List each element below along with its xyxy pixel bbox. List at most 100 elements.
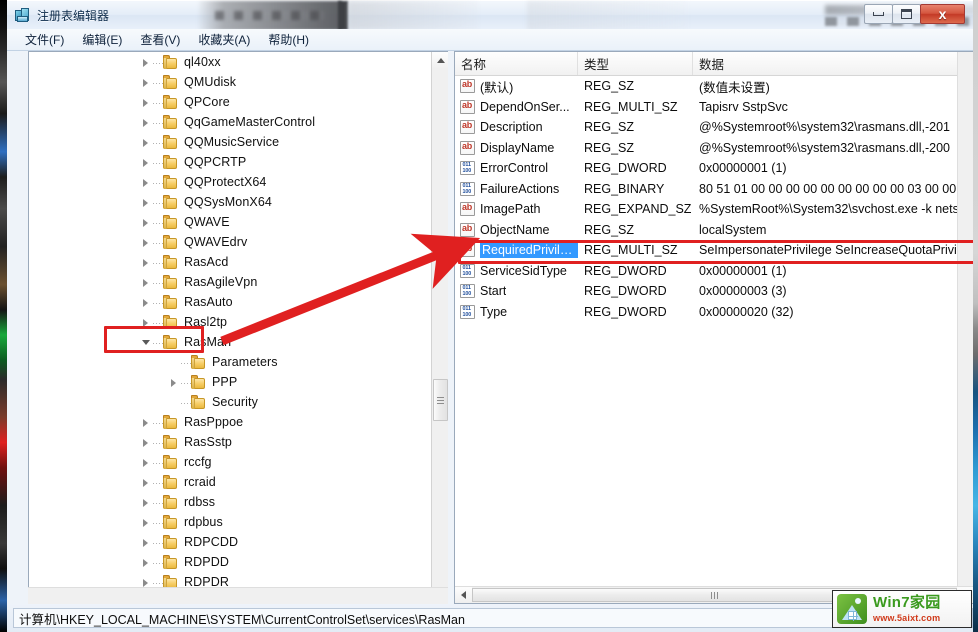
tree-item-qqsysmonx64[interactable]: QQSysMonX64 <box>29 192 431 212</box>
chevron-right-icon[interactable] <box>141 137 152 148</box>
tree-item-qmudisk[interactable]: QMUdisk <box>29 72 431 92</box>
tree-item-rasagilevpn[interactable]: RasAgileVpn <box>29 272 431 292</box>
menu-item-favorites[interactable]: 收藏夹(A) <box>189 29 259 51</box>
value-row[interactable]: ImagePath REG_EXPAND_SZ %SystemRoot%\Syste… <box>455 199 973 220</box>
registry-tree-list[interactable]: ql40xx QMUdisk QPCore QqGameMasterControl QQ… <box>29 52 431 604</box>
chevron-right-icon[interactable] <box>141 557 152 568</box>
chevron-right-icon[interactable] <box>141 297 152 308</box>
tree-item-rcraid[interactable]: rcraid <box>29 472 431 492</box>
chevron-right-icon[interactable] <box>141 237 152 248</box>
chevron-right-icon[interactable] <box>141 457 152 468</box>
tree-item-qwave[interactable]: QWAVE <box>29 212 431 232</box>
tree-item-security[interactable]: Security <box>29 392 431 412</box>
chevron-right-icon[interactable] <box>141 117 152 128</box>
chevron-right-icon[interactable] <box>141 577 152 588</box>
tree-item-rasman[interactable]: RasMan <box>29 332 431 352</box>
tree-item-label: RasPppoe <box>184 415 244 429</box>
values-list[interactable]: (默认) REG_SZ (数值未设置) DependOnSer... REG_MULTI… <box>455 76 973 322</box>
value-row[interactable]: ErrorControl REG_DWORD 0x00000001 (1) <box>455 158 973 179</box>
value-row[interactable]: RequiredPrivile... REG_MULTI_SZ SeImperson… <box>455 240 973 261</box>
value-row[interactable]: FailureActions REG_BINARY 80 51 01 00 00 0… <box>455 179 973 200</box>
chevron-right-icon[interactable] <box>141 257 152 268</box>
tree-item-qqmusicservice[interactable]: QQMusicService <box>29 132 431 152</box>
value-type-cell: REG_SZ <box>584 120 635 135</box>
tree-item-qqprotectx64[interactable]: QQProtectX64 <box>29 172 431 192</box>
tree-item-qwavedrv[interactable]: QWAVEdrv <box>29 232 431 252</box>
value-data-cell: (数值未设置) <box>699 80 770 95</box>
folder-icon <box>163 475 179 489</box>
tree-item-parameters[interactable]: Parameters <box>29 352 431 372</box>
tree-horizontal-scrollbar[interactable] <box>28 587 448 604</box>
value-name-label: ServiceSidType <box>480 263 567 278</box>
maximize-restore-button[interactable] <box>892 4 921 24</box>
chevron-right-icon[interactable] <box>141 197 152 208</box>
chevron-right-icon[interactable] <box>141 437 152 448</box>
tree-item-rdpdd[interactable]: RDPDD <box>29 552 431 572</box>
value-row[interactable]: Type REG_DWORD 0x00000020 (32) <box>455 302 973 323</box>
binary-value-icon <box>460 304 475 319</box>
chevron-right-icon[interactable] <box>141 477 152 488</box>
tree-item-ppp[interactable]: PPP <box>29 372 431 392</box>
menu-item-edit[interactable]: 编辑(E) <box>73 29 131 51</box>
tree-scroll-thumb[interactable] <box>433 379 448 421</box>
values-vertical-scrollbar[interactable] <box>957 52 973 589</box>
chevron-right-icon[interactable] <box>141 157 152 168</box>
chevron-up-icon <box>436 58 445 63</box>
tree-item-rccfg[interactable]: rccfg <box>29 452 431 472</box>
tree-item-rasacd[interactable]: RasAcd <box>29 252 431 272</box>
tree-item-raspppoe[interactable]: RasPppoe <box>29 412 431 432</box>
tree-item-label: QWAVE <box>184 215 230 229</box>
tree-item-qqgamemastercontrol[interactable]: QqGameMasterControl <box>29 112 431 132</box>
value-row[interactable]: DisplayName REG_SZ @%Systemroot%\system32\… <box>455 138 973 159</box>
tree-item-label: QPCore <box>184 95 230 109</box>
value-type-cell: REG_SZ <box>584 140 635 155</box>
chevron-right-icon[interactable] <box>141 57 152 68</box>
menu-item-file[interactable]: 文件(F) <box>16 29 73 51</box>
tree-connector-line <box>152 516 163 528</box>
tree-item-label: QQPCRTP <box>184 155 247 169</box>
chevron-down-icon[interactable] <box>141 337 152 348</box>
tree-item-rdbss[interactable]: rdbss <box>29 492 431 512</box>
chevron-right-icon[interactable] <box>141 97 152 108</box>
tree-item-rdpcdd[interactable]: RDPCDD <box>29 532 431 552</box>
chevron-right-icon[interactable] <box>169 377 180 388</box>
column-header-data[interactable]: 数据 <box>693 52 973 75</box>
tree-item-qqpcrtp[interactable]: QQPCRTP <box>29 152 431 172</box>
value-type-cell: REG_DWORD <box>584 161 667 176</box>
menu-item-view[interactable]: 查看(V) <box>131 29 189 51</box>
chevron-right-icon[interactable] <box>141 317 152 328</box>
value-row[interactable]: DependOnSer... REG_MULTI_SZ Tapisrv SstpSv… <box>455 97 973 118</box>
tree-connector-line <box>180 376 191 388</box>
chevron-right-icon[interactable] <box>141 497 152 508</box>
value-row[interactable]: ObjectName REG_SZ localSystem <box>455 220 973 241</box>
tree-scroll-up-button[interactable] <box>432 52 448 69</box>
tree-item-label: Parameters <box>212 355 278 369</box>
tree-item-ql40xx[interactable]: ql40xx <box>29 52 431 72</box>
column-header-name[interactable]: 名称 <box>455 52 578 75</box>
value-row[interactable]: Start REG_DWORD 0x00000003 (3) <box>455 281 973 302</box>
value-row[interactable]: ServiceSidType REG_DWORD 0x00000001 (1) <box>455 261 973 282</box>
chevron-right-icon[interactable] <box>141 277 152 288</box>
close-button[interactable]: x <box>920 4 965 24</box>
chevron-right-icon[interactable] <box>141 417 152 428</box>
column-header-type[interactable]: 类型 <box>578 52 693 75</box>
menu-item-help[interactable]: 帮助(H) <box>259 29 318 51</box>
chevron-right-icon[interactable] <box>141 77 152 88</box>
tree-connector-line <box>152 216 163 228</box>
tree-item-rasauto[interactable]: RasAuto <box>29 292 431 312</box>
tree-item-rdpbus[interactable]: rdpbus <box>29 512 431 532</box>
tree-item-rasl2tp[interactable]: Rasl2tp <box>29 312 431 332</box>
chevron-right-icon[interactable] <box>141 217 152 228</box>
tree-item-label: PPP <box>212 375 238 389</box>
folder-icon <box>163 455 179 469</box>
minimize-button[interactable] <box>864 4 893 24</box>
chevron-right-icon[interactable] <box>141 517 152 528</box>
chevron-right-icon[interactable] <box>141 177 152 188</box>
values-scroll-left-button[interactable] <box>455 587 472 603</box>
tree-item-rassstp[interactable]: RasSstp <box>29 432 431 452</box>
value-row[interactable]: Description REG_SZ @%Systemroot%\system32\… <box>455 117 973 138</box>
value-row[interactable]: (默认) REG_SZ (数值未设置) <box>455 76 973 97</box>
tree-item-qpcore[interactable]: QPCore <box>29 92 431 112</box>
chevron-right-icon[interactable] <box>141 537 152 548</box>
tree-vertical-scrollbar[interactable] <box>431 52 448 604</box>
